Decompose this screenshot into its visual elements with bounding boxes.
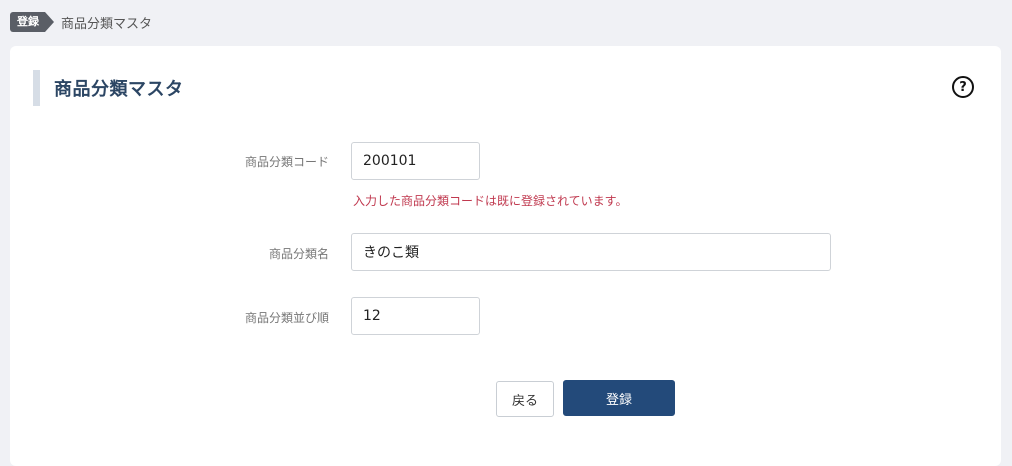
question-circle-icon[interactable]: ? bbox=[952, 76, 974, 98]
submit-button[interactable]: 登録 bbox=[563, 380, 675, 416]
name-label: 商品分類名 bbox=[268, 247, 329, 261]
breadcrumb: 登録 商品分類マスタ bbox=[10, 12, 152, 32]
order-label: 商品分類並び順 bbox=[244, 311, 329, 325]
code-label: 商品分類コード bbox=[244, 155, 329, 169]
page-title-bar: 商品分類マスタ bbox=[33, 70, 184, 106]
code-field[interactable] bbox=[351, 142, 480, 180]
order-field[interactable] bbox=[351, 297, 480, 335]
back-button[interactable]: 戻る bbox=[496, 381, 554, 417]
name-field[interactable] bbox=[351, 233, 831, 271]
breadcrumb-mode-tag: 登録 bbox=[10, 12, 54, 32]
page-title: 商品分類マスタ bbox=[54, 79, 184, 100]
breadcrumb-current: 商品分類マスタ bbox=[61, 16, 153, 32]
code-error-message: 入力した商品分類コードは既に登録されています。 bbox=[353, 194, 628, 208]
form-card: 商品分類マスタ ? 商品分類コード 入力した商品分類コードは既に登録されています… bbox=[10, 46, 1001, 466]
